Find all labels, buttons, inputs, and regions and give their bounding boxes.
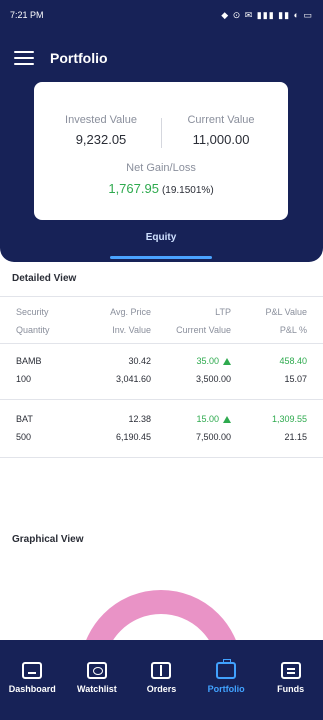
invested-value-block: Invested Value 9,232.05 <box>46 114 156 147</box>
table-row[interactable]: BAT 500 12.38 6,190.45 15.00 7,500.00 1,… <box>0 402 323 458</box>
net-gain-value: 1,767.95 <box>108 181 159 196</box>
header-pl-value: P&L Value <box>265 307 307 317</box>
summary-divider <box>161 118 162 148</box>
header-ltp: LTP <box>215 307 231 317</box>
arrow-up-icon <box>223 358 231 365</box>
row-inv-value: 3,041.60 <box>115 374 151 384</box>
nav-dashboard[interactable]: Dashboard <box>0 640 65 720</box>
nav-orders-label: Orders <box>146 684 177 694</box>
row-security: BAT <box>16 414 33 424</box>
row-security: BAMB <box>16 356 42 366</box>
current-value-label: Current Value <box>187 114 255 126</box>
header-quantity: Quantity <box>16 325 50 335</box>
summary-card: Invested Value 9,232.05 Current Value 11… <box>34 82 288 220</box>
row-ltp: 15.00 <box>196 414 219 424</box>
current-value: 11,000.00 <box>192 132 250 147</box>
nav-watchlist[interactable]: Watchlist <box>65 640 130 720</box>
wallet-icon <box>280 662 301 679</box>
nav-orders[interactable]: Orders <box>129 640 194 720</box>
arrow-up-icon <box>223 416 231 423</box>
net-gain-block: Net Gain/Loss 1,767.95 (19.1501%) <box>34 162 288 198</box>
row-quantity: 100 <box>16 374 32 384</box>
row-current-value: 7,500.00 <box>195 432 231 442</box>
row-ltp-cell: 15.00 <box>196 414 231 424</box>
header-security: Security <box>16 307 49 317</box>
status-icons: ◆ ⊙ ✉ ▮▮▮ ▮▮ ◐ ▭ <box>221 9 313 20</box>
row-ltp-cell: 35.00 <box>196 356 231 366</box>
net-gain-percent: (19.1501%) <box>161 185 214 196</box>
portfolio-screen: 7:21 PM ◆ ⊙ ✉ ▮▮▮ ▮▮ ◐ ▭ Portfolio Inves… <box>0 0 323 720</box>
tab-equity-indicator <box>110 256 212 259</box>
status-bar: 7:21 PM ◆ ⊙ ✉ ▮▮▮ ▮▮ ◐ ▭ <box>0 0 323 30</box>
row-ltp: 35.00 <box>196 356 219 366</box>
app-bar: Portfolio <box>0 40 323 76</box>
invested-value: 9,232.05 <box>75 132 127 147</box>
orders-icon <box>151 662 172 679</box>
status-time: 7:21 PM <box>10 10 44 20</box>
menu-icon[interactable] <box>14 51 34 65</box>
briefcase-icon <box>216 659 237 679</box>
row-avg-price: 30.42 <box>128 356 151 366</box>
nav-watchlist-label: Watchlist <box>77 684 117 694</box>
row-pl-value: 458.40 <box>279 356 307 366</box>
nav-portfolio-label: Portfolio <box>207 684 245 694</box>
nav-dashboard-label: Dashboard <box>8 684 56 694</box>
row-pl-value: 1,309.55 <box>271 414 307 424</box>
header-inv-value: Inv. Value <box>112 325 151 335</box>
row-pl-percent: 21.15 <box>284 432 307 442</box>
bottom-navigation: Dashboard Watchlist Orders Portfolio Fun… <box>0 640 323 720</box>
row-avg-price: 12.38 <box>128 414 151 424</box>
table-row[interactable]: BAMB 100 30.42 3,041.60 35.00 3,500.00 4… <box>0 344 323 400</box>
detailed-view-title: Detailed View <box>12 273 77 284</box>
header-current-value: Current Value <box>176 325 231 335</box>
graphical-view-title: Graphical View <box>12 534 84 545</box>
table-header: Security Quantity Avg. Price Inv. Value … <box>0 296 323 344</box>
invested-value-label: Invested Value <box>65 114 137 126</box>
nav-funds[interactable]: Funds <box>258 640 323 720</box>
current-value-block: Current Value 11,000.00 <box>166 114 276 147</box>
watchlist-icon <box>86 662 107 679</box>
tab-equity[interactable]: Equity <box>120 232 202 243</box>
row-inv-value: 6,190.45 <box>115 432 151 442</box>
net-gain-label: Net Gain/Loss <box>126 162 196 174</box>
row-current-value: 3,500.00 <box>195 374 231 384</box>
page-title: Portfolio <box>50 50 108 66</box>
header-avg-price: Avg. Price <box>110 307 151 317</box>
row-pl-percent: 15.07 <box>284 374 307 384</box>
nav-portfolio[interactable]: Portfolio <box>194 640 259 720</box>
nav-funds-label: Funds <box>277 684 305 694</box>
header-pl-percent: P&L % <box>279 325 307 335</box>
row-quantity: 500 <box>16 432 32 442</box>
monitor-icon <box>22 662 43 679</box>
